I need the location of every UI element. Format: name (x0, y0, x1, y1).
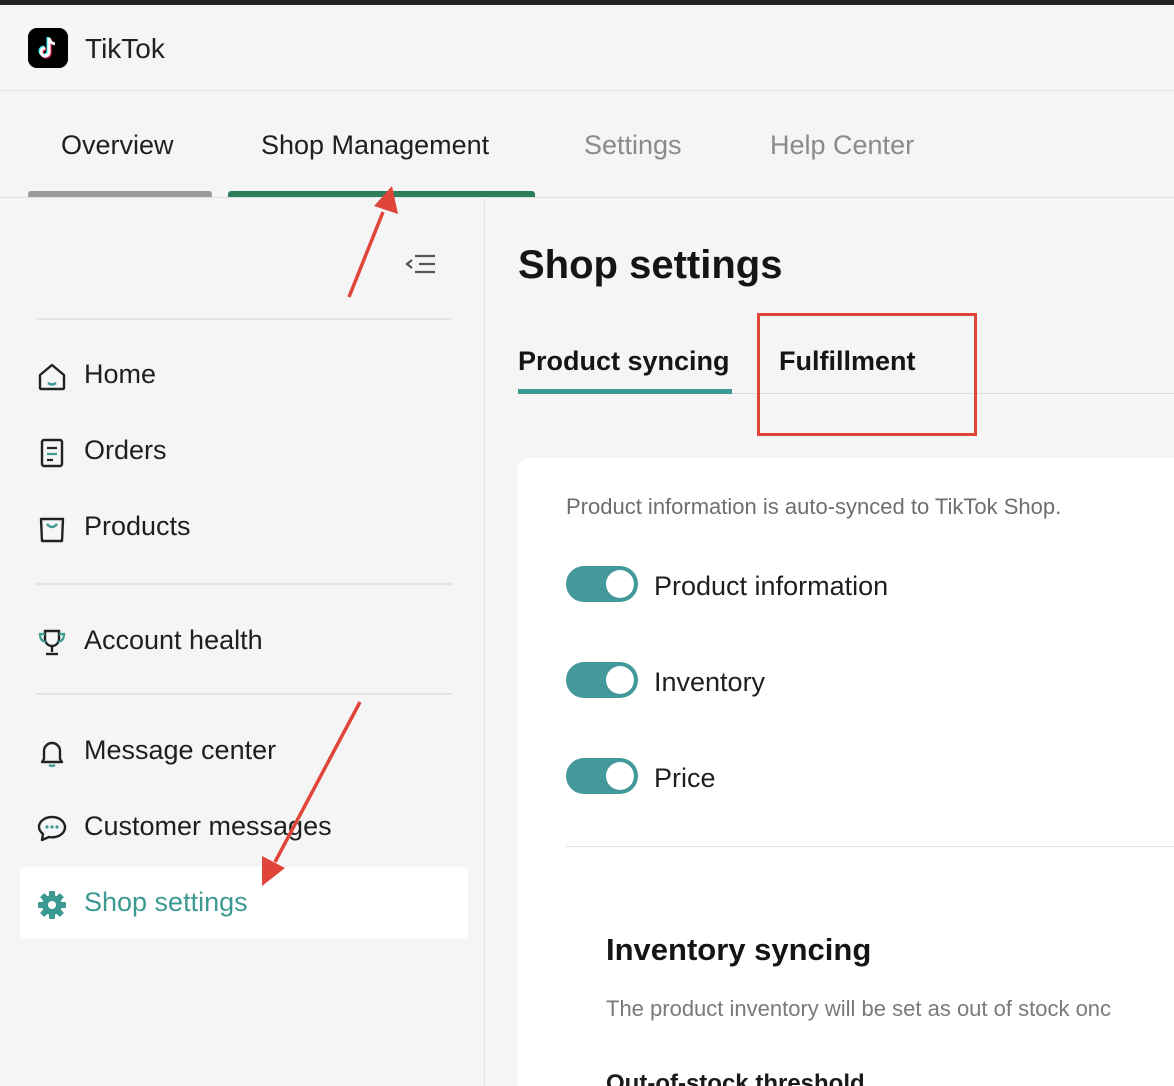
sidebar-item-message-center[interactable]: Message center (20, 715, 468, 787)
tab-shop-management[interactable]: Shop Management (261, 130, 489, 161)
page-title: Shop settings (518, 243, 783, 287)
gear-icon (36, 889, 68, 921)
sidebar-item-customer-messages[interactable]: Customer messages (20, 791, 468, 863)
chat-bubble-icon (36, 813, 68, 845)
tab-help-center[interactable]: Help Center (770, 130, 914, 161)
app-header: TikTok (0, 5, 1174, 91)
sidebar-divider (36, 693, 452, 695)
toggle-label: Price (654, 763, 716, 793)
section-title: Inventory syncing (606, 932, 872, 967)
sidebar-item-products[interactable]: Products (20, 491, 468, 563)
toggle-label: Product information (654, 571, 889, 601)
sidebar-item-shop-settings[interactable]: Shop settings (20, 867, 468, 939)
tab-overview-underline (28, 191, 212, 197)
sidebar-item-orders[interactable]: Orders (20, 415, 468, 487)
section-description: The product inventory will be set as out… (606, 996, 1112, 1021)
sidebar-item-account-health[interactable]: Account health (20, 605, 468, 677)
card-description: Product information is auto-synced to Ti… (566, 494, 1062, 519)
sidebar-item-label: Shop settings (84, 887, 248, 917)
sidebar-divider (36, 318, 452, 320)
orders-icon (36, 437, 68, 469)
sidebar-item-label: Products (84, 511, 191, 541)
sidebar-item-label: Orders (84, 435, 167, 465)
toggle-product-information[interactable] (566, 566, 638, 602)
tiktok-logo-icon (28, 28, 68, 68)
sidebar-divider (36, 583, 452, 585)
top-nav: Overview Shop Management Settings Help C… (0, 92, 1174, 198)
home-icon (36, 361, 68, 393)
app-title: TikTok (85, 33, 165, 64)
sidebar-item-label: Message center (84, 735, 277, 765)
annotation-highlight-box (757, 313, 977, 436)
sidebar-item-label: Account health (84, 625, 263, 655)
card-divider (566, 846, 1174, 847)
toggle-knob (606, 666, 634, 694)
tab-product-syncing[interactable]: Product syncing (518, 346, 730, 377)
toggle-knob (606, 570, 634, 598)
toggle-label: Inventory (654, 667, 766, 697)
tab-settings[interactable]: Settings (584, 130, 682, 161)
toggle-price[interactable] (566, 758, 638, 794)
sidebar-item-home[interactable]: Home (20, 339, 468, 411)
tab-overview[interactable]: Overview (61, 130, 174, 161)
sidebar-item-label: Customer messages (84, 811, 332, 841)
toggle-inventory[interactable] (566, 662, 638, 698)
sidebar: Home Orders Products Account health Mess… (0, 199, 485, 1086)
field-label: Out-of-stock threshold (606, 1070, 865, 1086)
bell-icon (36, 737, 68, 769)
shopping-bag-icon (36, 513, 68, 545)
sidebar-item-label: Home (84, 359, 157, 389)
collapse-menu-icon[interactable] (403, 251, 437, 277)
tab-active-underline (228, 191, 535, 197)
trophy-icon (36, 627, 68, 659)
sub-tab-active-underline (518, 389, 732, 394)
toggle-knob (606, 762, 634, 790)
